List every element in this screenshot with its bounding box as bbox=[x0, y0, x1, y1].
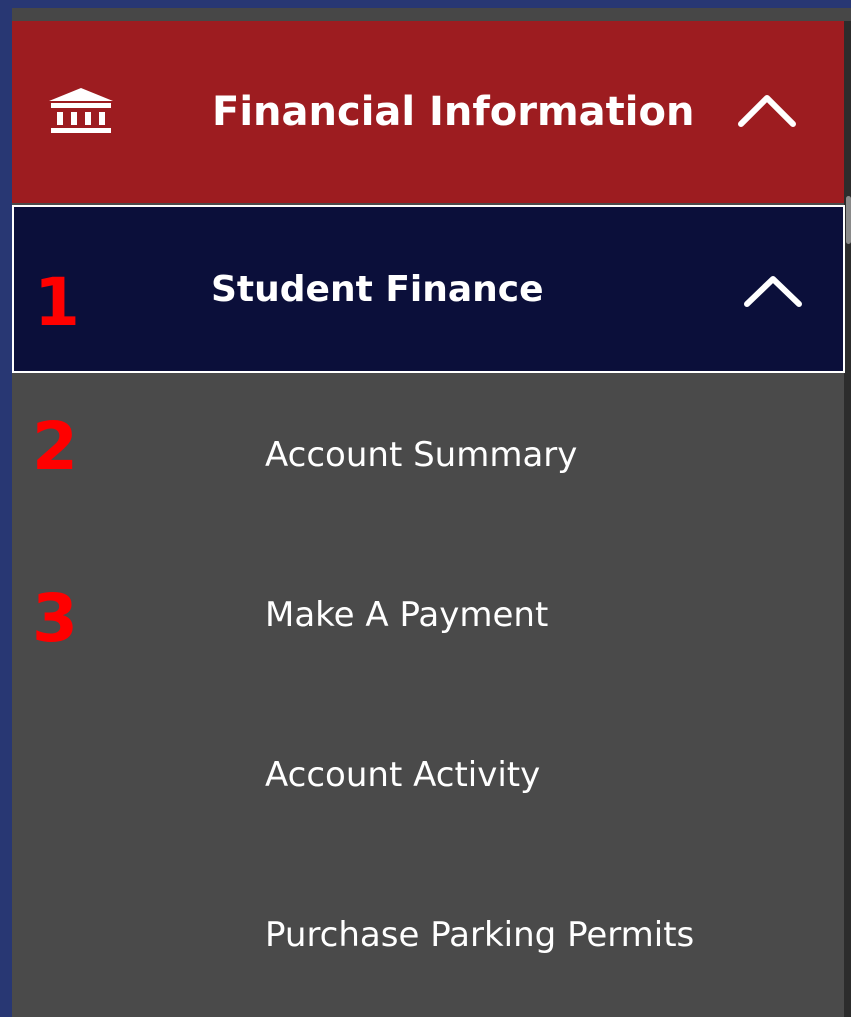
bank-icon bbox=[49, 88, 113, 133]
menu-item-label[interactable]: Make A Payment bbox=[265, 591, 548, 639]
annotation-marker: 3 bbox=[32, 580, 78, 657]
student-finance-title: Student Finance bbox=[211, 269, 544, 310]
chevron-up-icon[interactable] bbox=[737, 92, 797, 128]
scrollbar-thumb[interactable] bbox=[846, 196, 851, 244]
chevron-up-icon[interactable] bbox=[743, 274, 803, 308]
menu-item-label[interactable]: Purchase Parking Permits bbox=[265, 911, 694, 959]
menu-item-label[interactable]: Account Activity bbox=[265, 751, 540, 799]
panel-top-edge bbox=[12, 8, 851, 21]
annotation-marker: 1 bbox=[34, 264, 80, 341]
window-top-edge bbox=[0, 0, 851, 8]
scrollbar-track[interactable] bbox=[844, 21, 851, 1017]
financial-information-title: Financial Information bbox=[212, 89, 695, 135]
menu-item-label[interactable]: Account Summary bbox=[265, 431, 577, 479]
annotation-marker: 2 bbox=[32, 408, 78, 485]
